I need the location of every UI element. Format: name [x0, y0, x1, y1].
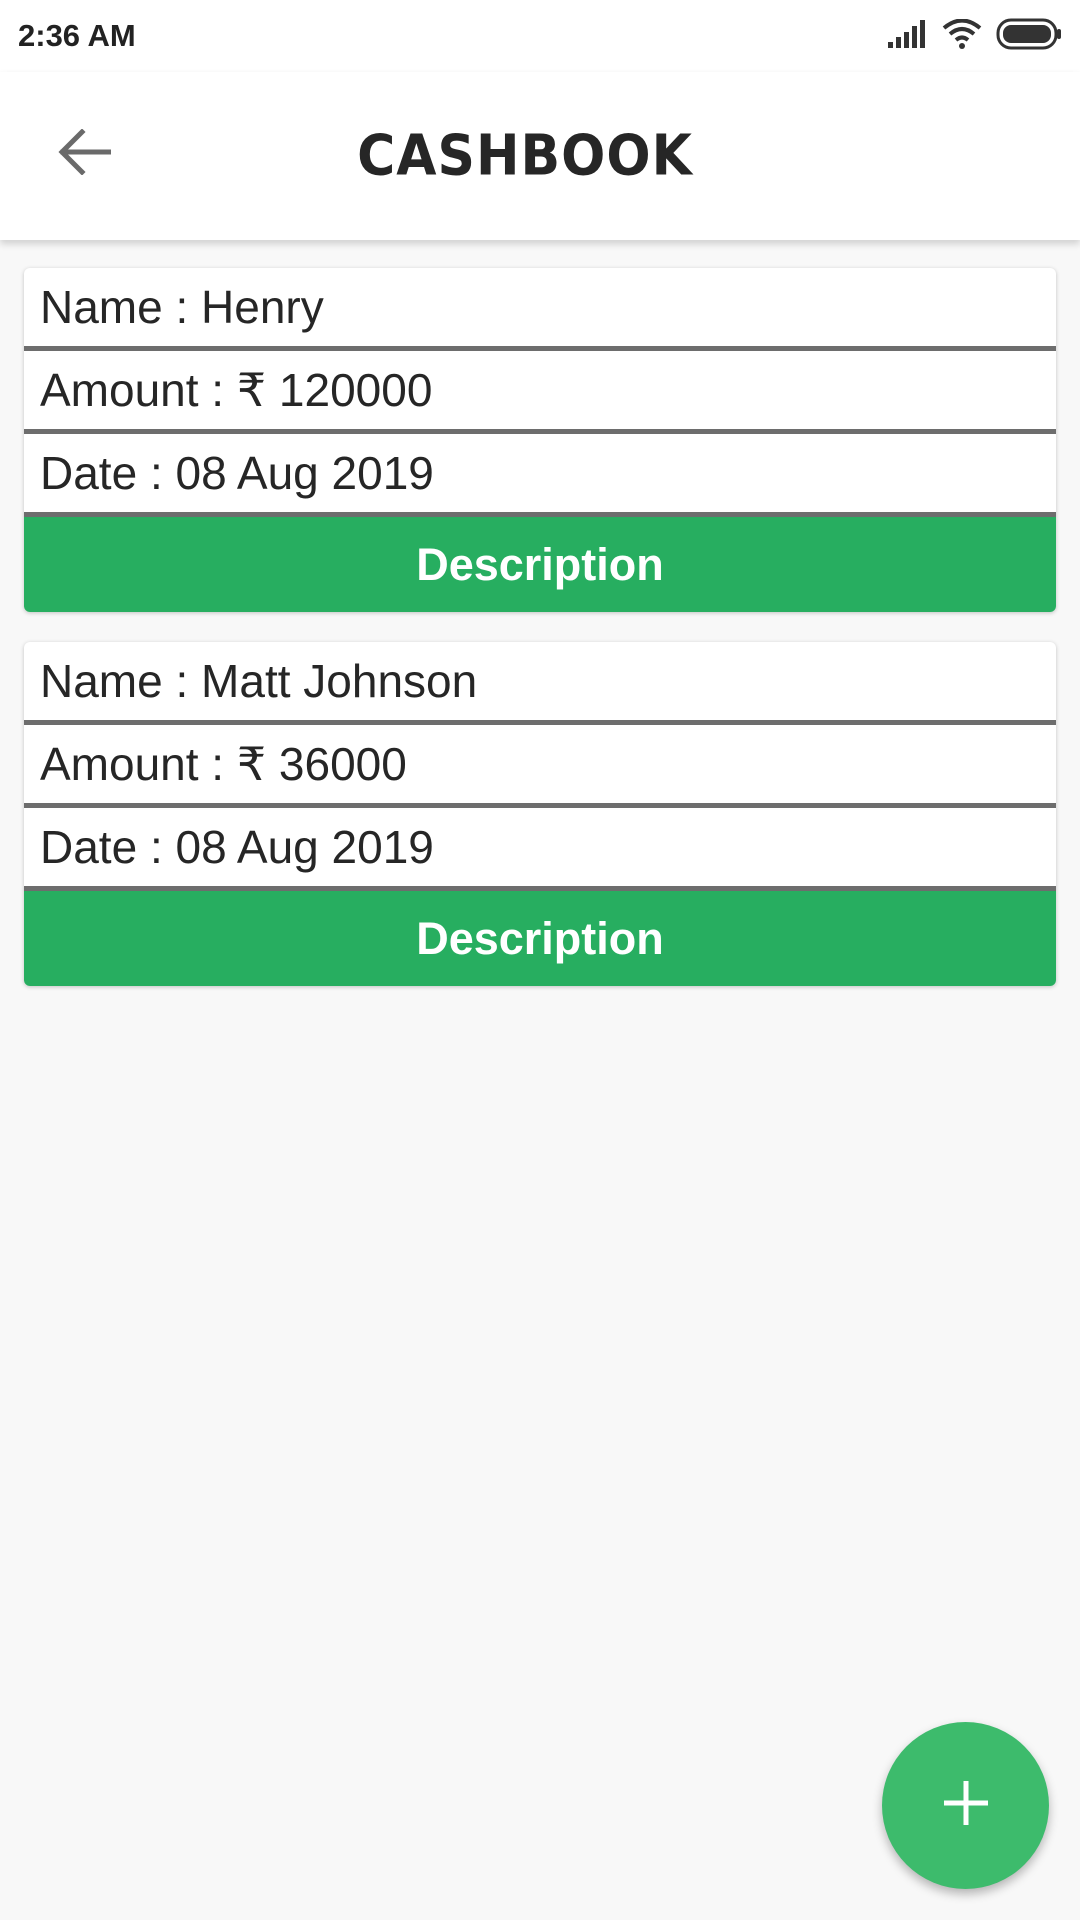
- page-title: CASHBOOK: [357, 123, 693, 189]
- status-time: 2:36 AM: [18, 18, 136, 53]
- name-row: Name : Matt Johnson: [24, 642, 1056, 725]
- name-row: Name : Henry: [24, 268, 1056, 351]
- entry-card: Name : Matt Johnson Amount : ₹ 36000 Dat…: [24, 642, 1056, 986]
- entry-list: Name : Henry Amount : ₹ 120000 Date : 08…: [24, 268, 1056, 1016]
- signal-icon: [888, 19, 928, 53]
- amount-row: Amount : ₹ 120000: [24, 351, 1056, 434]
- description-button[interactable]: Description: [24, 891, 1056, 986]
- battery-icon: [996, 18, 1062, 55]
- status-bar: 2:36 AM: [0, 0, 1080, 72]
- add-entry-button[interactable]: [882, 1722, 1049, 1889]
- description-button[interactable]: Description: [24, 517, 1056, 612]
- plus-icon: [941, 1778, 991, 1833]
- wifi-icon: [942, 18, 982, 54]
- app-bar: CASHBOOK: [0, 72, 1080, 240]
- date-row: Date : 08 Aug 2019: [24, 434, 1056, 517]
- amount-row: Amount : ₹ 36000: [24, 725, 1056, 808]
- date-row: Date : 08 Aug 2019: [24, 808, 1056, 891]
- entry-card: Name : Henry Amount : ₹ 120000 Date : 08…: [24, 268, 1056, 612]
- status-icons: [888, 18, 1062, 54]
